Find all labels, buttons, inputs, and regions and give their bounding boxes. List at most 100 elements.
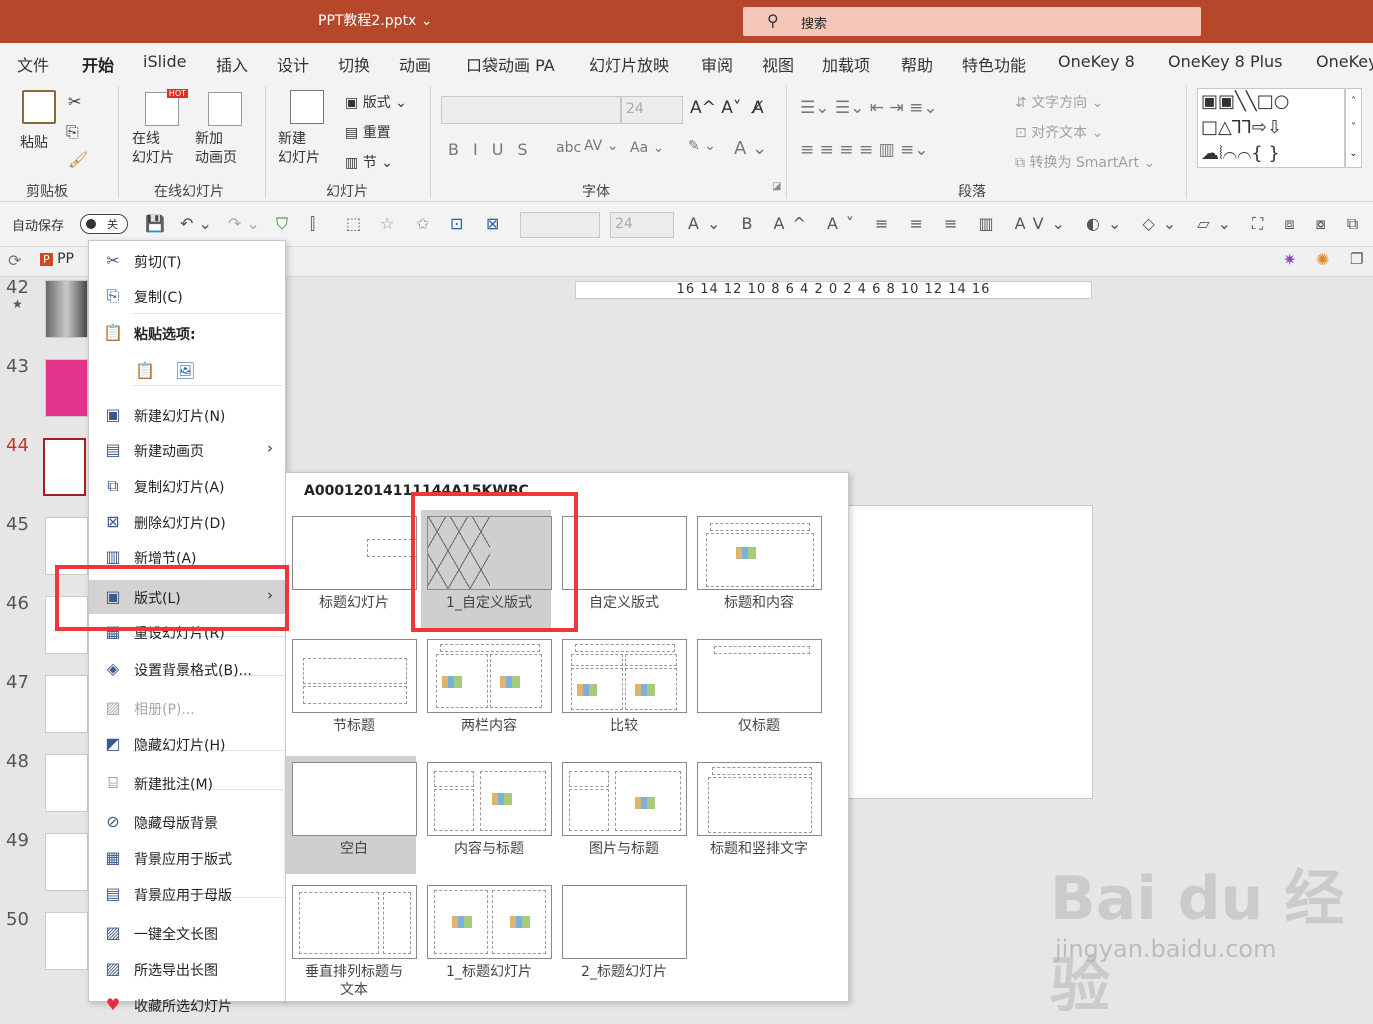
menu-item-bg-to-master[interactable]: ▤ 背景应用于母版 [89, 877, 285, 911]
menu-item-export-long-image[interactable]: ▨ 所选导出长图 [89, 952, 285, 986]
change-case-icon[interactable]: Aa ⌄ [630, 140, 664, 156]
layout-option[interactable]: 两栏内容 [421, 633, 552, 751]
layout-option[interactable]: 比较 [556, 633, 687, 751]
slide-thumbnail[interactable] [45, 833, 88, 891]
menu-item-copy[interactable]: ⎘ 复制(C) [89, 279, 285, 313]
restore-icon[interactable]: ❐ [1350, 250, 1363, 268]
menu-item-hide-master-bg[interactable]: ⊘ 隐藏母版背景 [89, 805, 285, 839]
layout-button[interactable]: ▣ 版式 ⌄ [345, 92, 407, 112]
menu-item-album[interactable]: ▨ 相册(P)... [89, 691, 285, 725]
new-anim-page-icon[interactable] [208, 92, 242, 126]
redo-icon[interactable]: ↷ ⌄ [228, 214, 260, 233]
layout-option[interactable]: 空白 [286, 756, 417, 874]
slide-thumbnail[interactable] [45, 675, 88, 733]
clear-format-icon[interactable]: A̸ [752, 98, 764, 118]
menu-item-format-bg[interactable]: ◈ 设置背景格式(B)... [89, 652, 285, 686]
font-color-icon[interactable]: A ⌄ [734, 138, 767, 159]
undo-icon[interactable]: ↶ ⌄ [180, 214, 212, 233]
layout-option[interactable]: 仅标题 [691, 633, 822, 751]
save-icon[interactable]: 💾 [145, 214, 165, 233]
layout-option[interactable]: 垂直排列标题与 文本 [286, 879, 417, 998]
paste-keep-format-icon[interactable]: 📋 [135, 361, 155, 381]
new-anim-page-button[interactable]: 新加 动画页 [195, 130, 237, 168]
menu-item-hide-slide[interactable]: ◩ 隐藏幻灯片(H) [89, 727, 285, 761]
search-box[interactable]: ⚲ 搜索 [743, 7, 1201, 36]
slide-canvas[interactable] [848, 505, 1093, 799]
tab-6[interactable]: 动画 [399, 52, 431, 76]
highlight-icon[interactable]: ✎ ⌄ [688, 138, 716, 154]
slide-thumbnail[interactable] [43, 438, 86, 496]
layout-option[interactable]: 标题和内容 [691, 510, 822, 628]
tab-3[interactable]: 插入 [216, 52, 248, 76]
slide-thumbnail[interactable] [45, 359, 88, 417]
gear-icon[interactable]: ✺ [1316, 250, 1329, 269]
format-painter-icon[interactable]: 🖌 [68, 150, 88, 169]
online-slide-button[interactable]: 在线 幻灯片 [132, 130, 174, 168]
font-name-combo[interactable] [441, 96, 621, 124]
autosave-toggle[interactable]: 关 [80, 214, 128, 234]
reset-button[interactable]: ▤ 重置 [345, 122, 391, 142]
tab-15[interactable]: OneKey 8 Plus [1168, 52, 1283, 71]
font-style-buttons[interactable]: BIUS [448, 140, 542, 159]
strikethrough-icon[interactable]: abc [556, 140, 581, 156]
grow-font-icon[interactable]: A^ A˅ [690, 98, 741, 118]
tab-1[interactable]: 开始 [82, 52, 115, 83]
shapes-gallery[interactable]: ▣▣╲╲□○ □△⅂⅂⇨⇩ ☁⦚⌒⌒{ } [1197, 88, 1345, 168]
layout-option[interactable]: 内容与标题 [421, 756, 552, 874]
slide-thumbnail[interactable] [45, 280, 88, 338]
tab-12[interactable]: 帮助 [901, 52, 933, 76]
layout-option[interactable]: 图片与标题 [556, 756, 687, 874]
menu-item-paste-options[interactable]: 📋 🖼 [89, 351, 285, 393]
magic-icon[interactable]: ✷ [1283, 250, 1296, 269]
char-spacing-icon[interactable]: AV ⌄ [584, 138, 618, 154]
paste-icon[interactable] [22, 90, 56, 124]
tab-16[interactable]: OneKey [1316, 52, 1373, 71]
text-direction-button[interactable]: ⇵ 文字方向 ⌄ [1015, 92, 1103, 112]
present-icon[interactable]: ⛉ [276, 214, 288, 234]
star-icon[interactable]: ☆ [380, 214, 394, 233]
bullets-icon[interactable]: ☰⌄ ☰⌄ ⇤ ⇥ ≡⌄ [800, 98, 938, 118]
paste-label[interactable]: 粘贴 [20, 132, 48, 152]
menu-item-duplicate-slide[interactable]: ⧉ 复制幻灯片(A) [89, 469, 285, 503]
chart-icon[interactable]: ⫿ [310, 214, 315, 234]
layout-option[interactable]: 标题幻灯片 [286, 510, 417, 628]
new-slide-button[interactable]: 新建 幻灯片 [278, 130, 320, 168]
cut-icon[interactable]: ✂ [68, 92, 81, 111]
qat-font-combo[interactable] [520, 212, 600, 238]
tab-11[interactable]: 加载项 [822, 52, 870, 76]
dialog-launcher-icon[interactable]: ◪ [772, 181, 781, 192]
tab-14[interactable]: OneKey 8 [1058, 52, 1135, 71]
textbox-icon[interactable]: ⊡ [450, 214, 463, 233]
tab-8[interactable]: 幻灯片放映 [589, 52, 669, 76]
layout-option[interactable]: 节标题 [286, 633, 417, 751]
menu-item-delete-slide[interactable]: ⊠ 删除幻灯片(D) [89, 505, 285, 539]
tab-7[interactable]: 口袋动画 PA [466, 52, 555, 76]
slides-pane-icon[interactable]: ⟳ [8, 251, 21, 270]
tab-5[interactable]: 切换 [338, 52, 370, 76]
layout-option[interactable]: 标题和竖排文字 [691, 756, 822, 874]
tab-10[interactable]: 视图 [762, 52, 794, 76]
font-size-combo[interactable]: 24 [621, 96, 683, 124]
file-title[interactable]: PPT教程2.pptx ⌄ [318, 10, 433, 30]
doc-tab[interactable]: P PP [40, 251, 74, 267]
textbox2-icon[interactable]: ⊠ [486, 214, 499, 233]
star-outline-icon[interactable]: ✩ [416, 214, 429, 233]
qat-size-combo[interactable]: 24 [610, 212, 674, 238]
menu-item-new-comment[interactable]: ⌸ 新建批注(M) [89, 766, 285, 800]
online-slide-icon[interactable]: HOT [145, 89, 188, 126]
qat-format-icons[interactable]: A⌄ B A^ A˅ ≡ ≡ ≡ ▥ AV⌄ ◐⌄ ◇⌄ ▱⌄ ⛶ ⧈ ⧇ ⧉ … [688, 214, 1373, 234]
menu-item-scissors[interactable]: ✂ 剪切(T) [89, 244, 285, 278]
menu-item-new-anim[interactable]: ▤ 新建动画页 › [89, 433, 285, 467]
slide-thumbnail[interactable] [45, 912, 88, 970]
section-button[interactable]: ▥ 节 ⌄ [345, 152, 393, 172]
tab-0[interactable]: 文件 [17, 52, 49, 76]
menu-item-long-image[interactable]: ▨ 一键全文长图 [89, 916, 285, 950]
align-text-button[interactable]: ⊡ 对齐文本 ⌄ [1015, 122, 1103, 142]
select-icon[interactable]: ⬚ [346, 214, 361, 233]
menu-item-bg-to-layout[interactable]: ▦ 背景应用于版式 [89, 841, 285, 875]
copy-icon[interactable]: ⎘ [66, 122, 79, 142]
new-slide-icon[interactable] [290, 90, 324, 124]
gallery-scroll[interactable]: ˄ ˅ ⌄ [1345, 88, 1362, 168]
menu-item-heart[interactable]: ♥ 收藏所选幻灯片 [89, 988, 285, 1022]
slide-thumbnail[interactable] [45, 754, 88, 812]
